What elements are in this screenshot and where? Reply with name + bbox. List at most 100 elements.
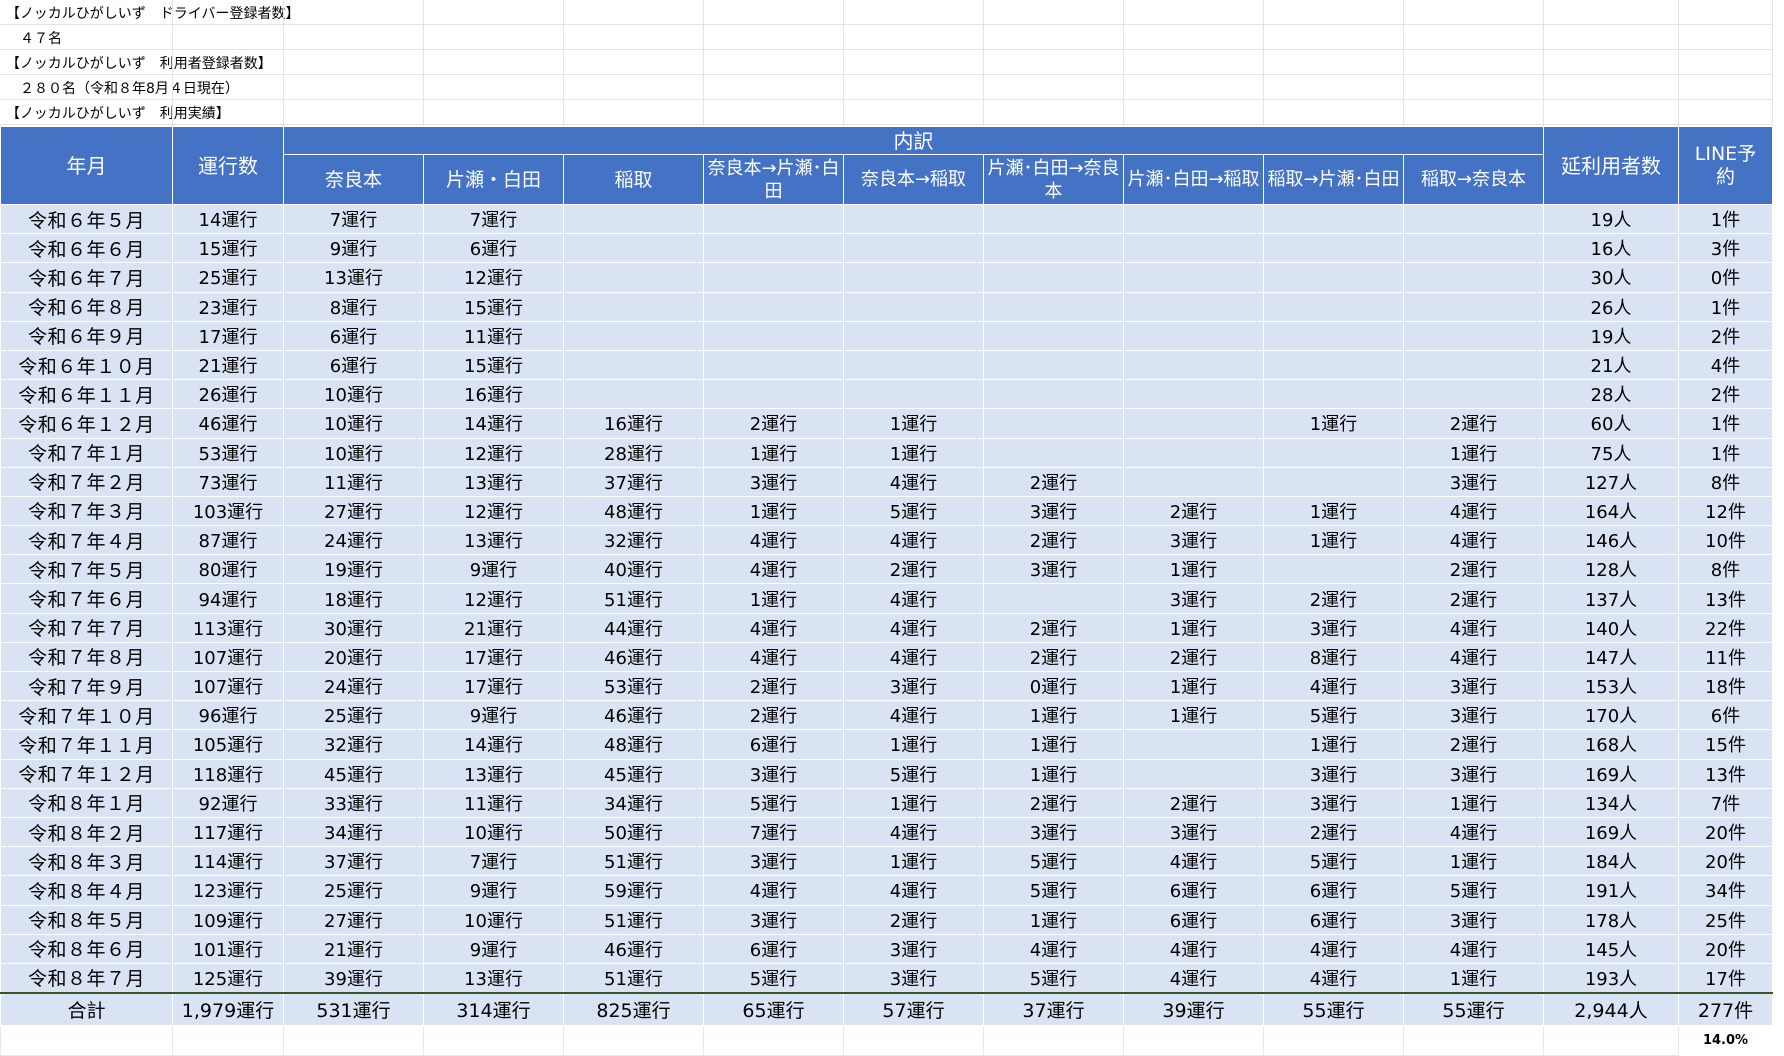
table-cell[interactable]: 7件 bbox=[1678, 787, 1773, 818]
table-cell[interactable] bbox=[843, 291, 984, 322]
table-cell[interactable]: 4運行 bbox=[843, 466, 984, 497]
table-cell[interactable] bbox=[1123, 758, 1264, 789]
table-cell[interactable]: 60人 bbox=[1543, 408, 1679, 439]
table-cell[interactable] bbox=[983, 203, 1124, 235]
table-cell[interactable]: 6運行 bbox=[1263, 875, 1404, 906]
table-cell[interactable]: 34運行 bbox=[563, 787, 704, 818]
table-cell[interactable] bbox=[1123, 233, 1264, 264]
table-cell[interactable] bbox=[1263, 379, 1404, 410]
table-cell[interactable] bbox=[563, 203, 704, 235]
empty-cell[interactable] bbox=[0, 1025, 173, 1056]
table-cell[interactable]: 87運行 bbox=[172, 525, 284, 556]
table-cell[interactable]: 2運行 bbox=[1123, 495, 1264, 527]
table-cell[interactable]: 25運行 bbox=[283, 875, 424, 906]
table-cell[interactable]: 19運行 bbox=[283, 554, 424, 585]
table-cell[interactable]: 4運行 bbox=[843, 816, 984, 848]
table-cell[interactable]: 3運行 bbox=[703, 846, 844, 877]
year-month-cell[interactable]: 令和７年２月 bbox=[0, 466, 173, 497]
year-month-cell[interactable]: 令和８年１月 bbox=[0, 787, 173, 818]
table-cell[interactable]: 5運行 bbox=[1403, 875, 1544, 906]
year-month-cell[interactable]: 令和７年３月 bbox=[0, 495, 173, 527]
line-percentage[interactable]: 14.0% bbox=[1678, 1025, 1773, 1056]
empty-cell[interactable] bbox=[423, 1025, 564, 1056]
table-cell[interactable]: 4運行 bbox=[843, 700, 984, 731]
table-cell[interactable]: 1運行 bbox=[843, 408, 984, 439]
table-cell[interactable]: 103運行 bbox=[172, 495, 284, 527]
table-cell[interactable] bbox=[563, 233, 704, 264]
table-cell[interactable]: 21運行 bbox=[172, 349, 284, 381]
table-cell[interactable]: 117運行 bbox=[172, 816, 284, 848]
table-cell[interactable]: 44運行 bbox=[563, 612, 704, 643]
table-cell[interactable] bbox=[1123, 349, 1264, 381]
table-cell[interactable]: 10運行 bbox=[283, 379, 424, 410]
table-cell[interactable]: 19人 bbox=[1543, 320, 1679, 351]
table-cell[interactable]: 169人 bbox=[1543, 816, 1679, 848]
table-cell[interactable]: 2運行 bbox=[1403, 554, 1544, 585]
table-cell[interactable]: 75人 bbox=[1543, 437, 1679, 468]
table-cell[interactable]: 184人 bbox=[1543, 846, 1679, 877]
table-cell[interactable]: 3運行 bbox=[1123, 816, 1264, 848]
table-cell[interactable] bbox=[983, 379, 1124, 410]
table-cell[interactable]: 2件 bbox=[1678, 379, 1773, 410]
year-month-cell[interactable]: 令和７年７月 bbox=[0, 612, 173, 643]
table-cell[interactable]: 168人 bbox=[1543, 729, 1679, 760]
table-cell[interactable]: 33運行 bbox=[283, 787, 424, 818]
empty-cell[interactable] bbox=[283, 1025, 424, 1056]
table-cell[interactable]: 2件 bbox=[1678, 320, 1773, 351]
year-month-cell[interactable]: 令和６年７月 bbox=[0, 262, 173, 293]
total-cell[interactable]: 1,979運行 bbox=[172, 991, 284, 1027]
table-cell[interactable]: 2運行 bbox=[983, 525, 1124, 556]
table-cell[interactable]: 1運行 bbox=[1403, 787, 1544, 818]
table-cell[interactable]: 191人 bbox=[1543, 875, 1679, 906]
table-cell[interactable] bbox=[1123, 729, 1264, 760]
year-month-cell[interactable]: 令和８年５月 bbox=[0, 904, 173, 935]
table-cell[interactable] bbox=[1403, 203, 1544, 235]
table-cell[interactable] bbox=[563, 320, 704, 351]
table-cell[interactable]: 4運行 bbox=[843, 641, 984, 673]
year-month-cell[interactable]: 令和８年４月 bbox=[0, 875, 173, 906]
table-cell[interactable]: 1運行 bbox=[703, 437, 844, 468]
table-cell[interactable]: 10運行 bbox=[283, 437, 424, 468]
total-cell[interactable]: 314運行 bbox=[423, 991, 564, 1027]
table-cell[interactable] bbox=[1403, 233, 1544, 264]
table-cell[interactable]: 1運行 bbox=[1263, 525, 1404, 556]
table-cell[interactable]: 178人 bbox=[1543, 904, 1679, 935]
table-cell[interactable]: 1件 bbox=[1678, 203, 1773, 235]
table-cell[interactable]: 10運行 bbox=[423, 816, 564, 848]
table-cell[interactable]: 3運行 bbox=[1403, 758, 1544, 789]
table-cell[interactable]: 3運行 bbox=[1263, 787, 1404, 818]
table-cell[interactable]: 1運行 bbox=[1123, 700, 1264, 731]
table-cell[interactable]: 1運行 bbox=[983, 729, 1124, 760]
table-cell[interactable]: 164人 bbox=[1543, 495, 1679, 527]
table-cell[interactable] bbox=[703, 233, 844, 264]
table-cell[interactable]: 4運行 bbox=[703, 554, 844, 585]
table-cell[interactable]: 13件 bbox=[1678, 583, 1773, 614]
table-cell[interactable]: 37運行 bbox=[563, 466, 704, 497]
table-cell[interactable] bbox=[983, 262, 1124, 293]
table-cell[interactable] bbox=[843, 233, 984, 264]
table-cell[interactable]: 2運行 bbox=[1403, 408, 1544, 439]
table-cell[interactable] bbox=[1123, 262, 1264, 293]
table-cell[interactable]: 9運行 bbox=[423, 933, 564, 964]
table-cell[interactable]: 32運行 bbox=[283, 729, 424, 760]
table-cell[interactable]: 6運行 bbox=[1123, 875, 1264, 906]
year-month-cell[interactable]: 令和６年９月 bbox=[0, 320, 173, 351]
table-cell[interactable]: 45運行 bbox=[563, 758, 704, 789]
table-cell[interactable]: 101運行 bbox=[172, 933, 284, 964]
table-cell[interactable]: 10運行 bbox=[283, 408, 424, 439]
total-label[interactable]: 合計 bbox=[0, 991, 173, 1027]
year-month-cell[interactable]: 令和７年５月 bbox=[0, 554, 173, 585]
table-cell[interactable] bbox=[983, 349, 1124, 381]
year-month-cell[interactable]: 令和７年４月 bbox=[0, 525, 173, 556]
table-cell[interactable]: 5運行 bbox=[843, 758, 984, 789]
table-cell[interactable]: 193人 bbox=[1543, 962, 1679, 994]
empty-cell[interactable] bbox=[1263, 1025, 1404, 1056]
table-cell[interactable]: 23運行 bbox=[172, 291, 284, 322]
table-cell[interactable]: 2運行 bbox=[1123, 641, 1264, 673]
table-cell[interactable]: 5運行 bbox=[983, 962, 1124, 994]
table-cell[interactable]: 4運行 bbox=[1403, 641, 1544, 673]
table-cell[interactable]: 4運行 bbox=[1123, 846, 1264, 877]
table-cell[interactable]: 113運行 bbox=[172, 612, 284, 643]
table-cell[interactable]: 7運行 bbox=[283, 203, 424, 235]
table-cell[interactable]: 4運行 bbox=[1123, 962, 1264, 994]
